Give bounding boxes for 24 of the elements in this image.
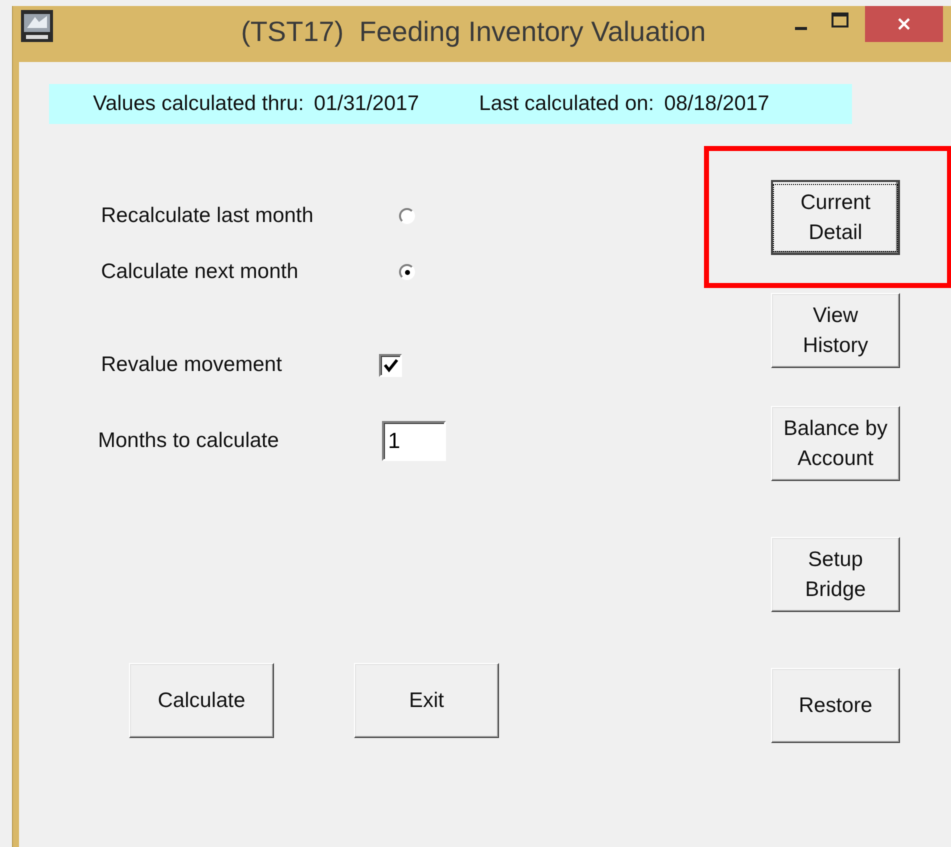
- button[interactable]: Calculate: [129, 663, 274, 738]
- option-label: Calculate next month: [101, 260, 300, 284]
- window-title: (TST17) Feeding Inventory Valuation: [241, 16, 706, 48]
- info-label: Values calculated thru:: [93, 92, 304, 116]
- close-button[interactable]: [865, 6, 943, 42]
- radio-button[interactable]: [399, 208, 415, 224]
- info-value: 01/31/2017: [314, 92, 420, 116]
- input-field[interactable]: 1: [382, 421, 446, 461]
- button[interactable]: Current Detail: [771, 180, 900, 255]
- close-icon: [897, 17, 911, 31]
- button[interactable]: Restore: [771, 668, 900, 743]
- button[interactable]: View History: [771, 293, 900, 368]
- button[interactable]: Balance by Account: [771, 406, 900, 481]
- button[interactable]: Setup Bridge: [771, 537, 900, 612]
- radio-button[interactable]: [399, 264, 415, 280]
- button[interactable]: Exit: [354, 663, 499, 738]
- checkbox[interactable]: [379, 354, 402, 376]
- option-label: Revalue movement: [101, 353, 283, 377]
- maximize-icon[interactable]: [831, 12, 849, 28]
- info-value: 08/18/2017: [664, 92, 770, 116]
- info-label: Last calculated on:: [479, 92, 654, 116]
- app-icon: [21, 10, 53, 42]
- option-label: Recalculate last month: [101, 204, 314, 228]
- option-label: Months to calculate: [98, 429, 280, 453]
